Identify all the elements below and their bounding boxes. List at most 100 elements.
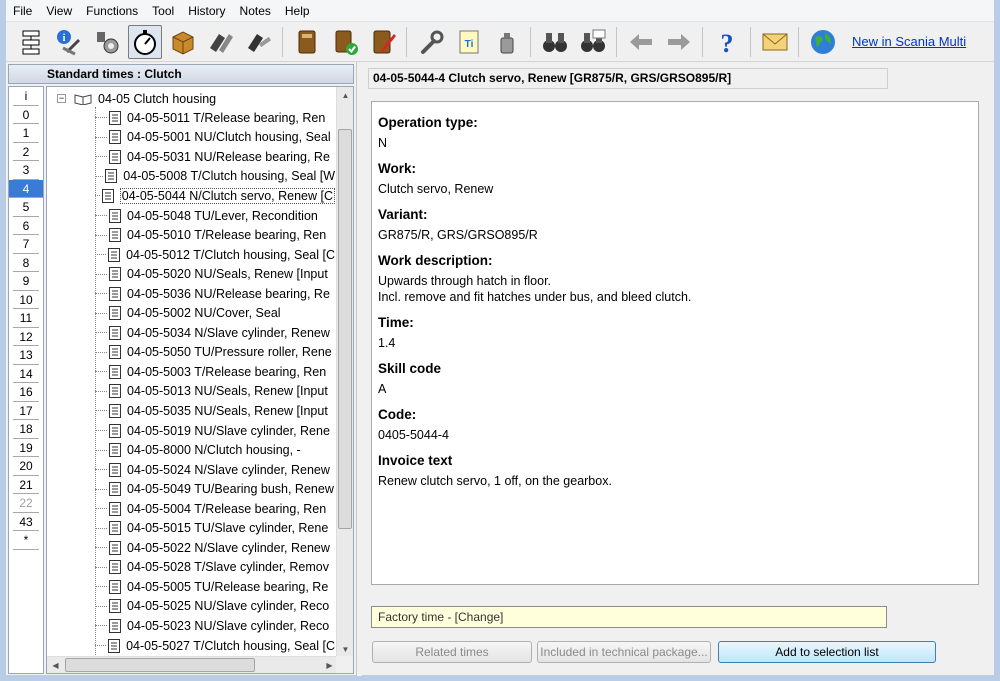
tree-item[interactable]: 04-05-5005 TU/Release bearing, Re [95,577,335,597]
tree-item[interactable]: 04-05-5015 TU/Slave cylinder, Rene [95,518,335,538]
index-item[interactable]: 22 [13,494,39,513]
tree-item[interactable]: 04-05-5011 T/Release bearing, Ren [95,108,335,128]
oil-can-button[interactable] [490,25,524,59]
tree-item[interactable]: 04-05-5031 NU/Release bearing, Re [95,147,335,167]
menu-tool[interactable]: Tool [145,0,181,22]
tree-item[interactable]: 04-05-5034 N/Slave cylinder, Renew [95,323,335,343]
help-button[interactable]: ? [710,25,744,59]
scroll-up-arrow-icon[interactable]: ▲ [337,87,353,104]
tree-item[interactable]: 04-05-5003 T/Release bearing, Ren [95,362,335,382]
tree-item[interactable]: 04-05-5049 TU/Bearing bush, Renew [95,479,335,499]
hands-button[interactable] [204,25,238,59]
tree-item[interactable]: 04-05-5035 NU/Seals, Renew [Input [95,401,335,421]
index-item[interactable]: 16 [13,383,39,402]
tree-item[interactable]: 04-05-5028 T/Slave cylinder, Remov [95,558,335,578]
tree-item-label: 04-05-5027 T/Clutch housing, Seal [C [126,638,335,653]
factory-time-field[interactable]: Factory time - [Change] [371,606,887,628]
index-item[interactable]: 0 [13,106,39,124]
wrench-button[interactable] [414,25,448,59]
binoculars-search-button[interactable] [576,25,610,59]
notebook-pen-button[interactable] [366,25,400,59]
tree-item[interactable]: 04-05-5024 N/Slave cylinder, Renew [95,460,335,480]
index-item[interactable]: 20 [13,457,39,476]
tree-root-node[interactable]: − 04-05 Clutch housing [57,89,216,108]
tree-item[interactable]: 04-05-5025 NU/Slave cylinder, Reco [95,597,335,617]
tree-item[interactable]: 04-05-5010 T/Release bearing, Ren [95,225,335,245]
tree-item[interactable]: 04-05-5002 NU/Cover, Seal [95,303,335,323]
book-button[interactable] [290,25,324,59]
menu-functions[interactable]: Functions [79,0,145,22]
tree-item[interactable]: 04-05-5027 T/Clutch housing, Seal [C [95,636,335,656]
index-item[interactable]: 18 [13,420,39,439]
package-button[interactable] [166,25,200,59]
menu-help[interactable]: Help [278,0,317,22]
tree-item[interactable]: 04-05-5008 T/Clutch housing, Seal [W [95,167,335,187]
mail-button[interactable] [758,25,792,59]
scroll-thumb[interactable] [338,129,352,529]
scroll-left-arrow-icon[interactable]: ◀ [47,657,64,673]
tree-horizontal-scrollbar[interactable]: ◀ ▶ [47,656,338,673]
new-in-scania-link[interactable]: New in Scania Multi [852,34,966,49]
globe-button[interactable] [806,25,840,59]
index-item[interactable]: 10 [13,291,39,309]
tree-item[interactable]: 04-05-5023 NU/Slave cylinder, Reco [95,616,335,636]
index-item[interactable]: 13 [13,346,39,365]
index-item[interactable]: 21 [13,476,39,494]
index-item[interactable]: 11 [13,309,39,328]
tree-item[interactable]: 04-05-5044 N/Clutch servo, Renew [C [95,186,335,206]
included-in-technical-package-button[interactable]: Included in technical package... [537,641,711,663]
tree-item-label: 04-05-5002 NU/Cover, Seal [127,306,281,321]
index-item[interactable]: 7 [13,235,39,254]
index-item[interactable]: 6 [13,217,39,235]
menu-view[interactable]: View [39,0,79,22]
forward-button[interactable] [662,25,696,59]
tree-item[interactable]: 04-05-5036 NU/Release bearing, Re [95,284,335,304]
add-to-selection-list-button[interactable]: Add to selection list [718,641,936,663]
ti-document-button[interactable]: Ti [452,25,486,59]
toolbar-separator [406,26,407,57]
binoculars-button[interactable] [538,25,572,59]
index-item[interactable]: 5 [13,198,39,217]
index-item[interactable]: 19 [13,439,39,457]
tree-item[interactable]: 04-05-8000 N/Clutch housing, - [95,440,335,460]
tree-item[interactable]: 04-05-5001 NU/Clutch housing, Seal [95,128,335,148]
tree-item[interactable]: 04-05-5019 NU/Slave cylinder, Rene [95,421,335,441]
index-item[interactable]: * [13,531,39,550]
scroll-thumb[interactable] [65,658,255,672]
tree-connector [95,566,107,568]
collapse-icon[interactable]: − [57,94,66,103]
tree-item[interactable]: 04-05-5022 N/Slave cylinder, Renew [95,538,335,558]
index-item[interactable]: 2 [13,143,39,161]
tree-item[interactable]: 04-05-5048 TU/Lever, Recondition [95,206,335,226]
tree-item[interactable]: 04-05-5012 T/Clutch housing, Seal [C [95,245,335,265]
index-item[interactable]: 9 [13,272,39,291]
tree-vertical-scrollbar[interactable]: ▲ ▼ [336,87,353,658]
stopwatch-button[interactable] [128,24,162,59]
engine-parts-button[interactable] [90,25,124,59]
index-item[interactable]: i [13,87,39,106]
index-item[interactable]: 43 [13,513,39,531]
menu-history[interactable]: History [181,0,232,22]
index-item[interactable]: 3 [13,161,39,180]
flowchart-button[interactable] [14,25,48,59]
hands-wrench-button[interactable] [242,25,276,59]
back-button[interactable] [624,25,658,59]
menu-notes[interactable]: Notes [233,0,278,22]
tree-item[interactable]: 04-05-5020 NU/Seals, Renew [Input [95,264,335,284]
index-item[interactable]: 12 [13,328,39,346]
tree-item[interactable]: 04-05-5013 NU/Seals, Renew [Input [95,382,335,402]
tree-item[interactable]: 04-05-5004 T/Release bearing, Ren [95,499,335,519]
index-item[interactable]: 8 [13,254,39,272]
related-times-button[interactable]: Related times [372,641,532,663]
menu-file[interactable]: File [6,0,39,22]
index-item[interactable]: 14 [13,365,39,383]
tree-connector [95,547,107,549]
index-item[interactable]: 1 [13,124,39,143]
info-tools-button[interactable]: i [52,25,86,59]
panel-splitter[interactable] [356,62,362,676]
document-icon [109,228,121,243]
index-item[interactable]: 17 [13,402,39,420]
book-check-button[interactable] [328,25,362,59]
tree-item[interactable]: 04-05-5050 TU/Pressure roller, Rene [95,343,335,363]
index-item[interactable]: 4 [9,179,43,198]
